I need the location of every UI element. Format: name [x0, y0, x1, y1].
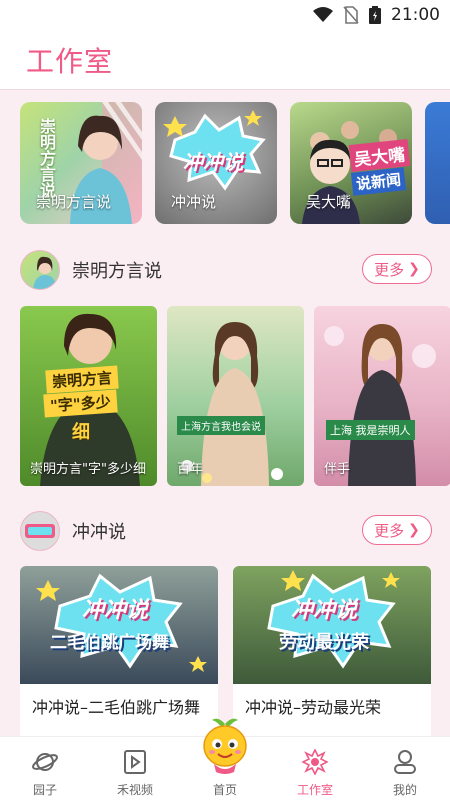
- tab-yuanzi[interactable]: 园子: [0, 737, 90, 800]
- video-carousel-chongming[interactable]: 崇明方言 "字"多少 细 崇明方言"字"多少细 上海方言我也会说 百年 上海 我…: [20, 306, 450, 486]
- more-button[interactable]: 更多 ❯: [362, 515, 432, 545]
- studio-icon: [302, 749, 328, 775]
- status-bar: 21:00: [0, 0, 450, 32]
- section-title: 崇明方言说: [72, 261, 162, 282]
- video-label: 冲冲说–二毛伯跳广场舞: [32, 698, 201, 717]
- wifi-icon: [313, 7, 333, 22]
- home-mascot-icon[interactable]: [198, 716, 252, 776]
- chevron-right-icon: ❯: [408, 261, 420, 277]
- channel-label: 崇明方言说: [36, 193, 112, 211]
- video-card[interactable]: 上海 我是崇明人 伴手: [314, 306, 450, 486]
- tab-video[interactable]: 禾视频: [90, 737, 180, 800]
- section-header-chongming: 崇明方言说 更多 ❯: [20, 250, 432, 290]
- video-label: 百年: [177, 462, 204, 477]
- more-button[interactable]: 更多 ❯: [362, 254, 432, 284]
- tab-label: 首页: [212, 783, 237, 797]
- no-sim-icon: [343, 6, 359, 24]
- chevron-right-icon: ❯: [408, 522, 420, 538]
- video-thumbnail: 冲冲说 劳动最光荣: [233, 566, 431, 684]
- channel-cover-text: 崇明方言说: [37, 118, 56, 198]
- section-title: 冲冲说: [72, 522, 126, 543]
- channel-card-wudazui[interactable]: 吴大嘴 说新闻 吴大嘴: [290, 102, 412, 224]
- video-cover-subtext-2: 细: [72, 422, 90, 443]
- header-divider: [0, 89, 450, 90]
- planet-icon: [32, 753, 58, 771]
- video-cover-text: 冲冲说: [82, 598, 149, 623]
- video-thumbnail: [181, 322, 283, 486]
- video-card[interactable]: 上海方言我也会说 百年: [167, 306, 304, 486]
- video-thumbnail: 冲冲说 二毛伯跳广场舞: [20, 566, 218, 684]
- channel-card-chongchong[interactable]: 冲冲说 冲冲说: [155, 102, 277, 224]
- user-icon: [394, 750, 416, 774]
- video-caption: 上海方言我也会说: [177, 416, 265, 435]
- battery-icon: [369, 6, 381, 24]
- tab-mine[interactable]: 我的: [360, 737, 450, 800]
- avatar: [20, 511, 60, 551]
- channel-label: 吴大嘴: [306, 193, 352, 211]
- channel-card-partial[interactable]: [425, 102, 450, 224]
- app-header: 工作室: [0, 32, 450, 90]
- more-label: 更多: [374, 521, 405, 540]
- more-label: 更多: [374, 260, 405, 279]
- avatar: [20, 250, 60, 290]
- video-label: 伴手: [324, 462, 351, 477]
- tab-label: 园子: [32, 783, 57, 797]
- section-header-chongchong: 冲冲说 更多 ❯: [20, 511, 432, 551]
- video-caption: 上海 我是崇明人: [326, 420, 415, 440]
- video-cover-text: 冲冲说: [291, 598, 358, 623]
- tab-label: 我的: [392, 783, 417, 797]
- tab-label: 禾视频: [116, 783, 153, 797]
- clock: 21:00: [391, 5, 440, 25]
- channel-label: 冲冲说: [171, 193, 217, 211]
- channel-carousel[interactable]: 崇明方言说 崇明方言说 冲冲说 冲冲说 吴大嘴 说新闻 吴大嘴: [20, 102, 450, 226]
- tab-studio[interactable]: 工作室: [270, 737, 360, 800]
- channel-card-chongming[interactable]: 崇明方言说 崇明方言说: [20, 102, 142, 224]
- play-icon: [124, 750, 146, 774]
- channel-cover-text: 冲冲说: [183, 150, 243, 174]
- tab-label: 工作室: [296, 783, 333, 797]
- video-card[interactable]: 冲冲说 二毛伯跳广场舞 冲冲说–二毛伯跳广场舞: [20, 566, 218, 746]
- video-card[interactable]: 崇明方言 "字"多少 细 崇明方言"字"多少细: [20, 306, 157, 486]
- video-thumbnail: [324, 324, 436, 486]
- video-cover-subtext: 劳动最光荣: [279, 632, 369, 653]
- video-cover-subtext: 二毛伯跳广场舞: [50, 633, 169, 653]
- video-card[interactable]: 冲冲说 劳动最光荣 冲冲说–劳动最光荣: [233, 566, 431, 746]
- video-label: 崇明方言"字"多少细: [30, 462, 146, 477]
- video-label: 冲冲说–劳动最光荣: [245, 698, 382, 717]
- page-title: 工作室: [26, 45, 114, 78]
